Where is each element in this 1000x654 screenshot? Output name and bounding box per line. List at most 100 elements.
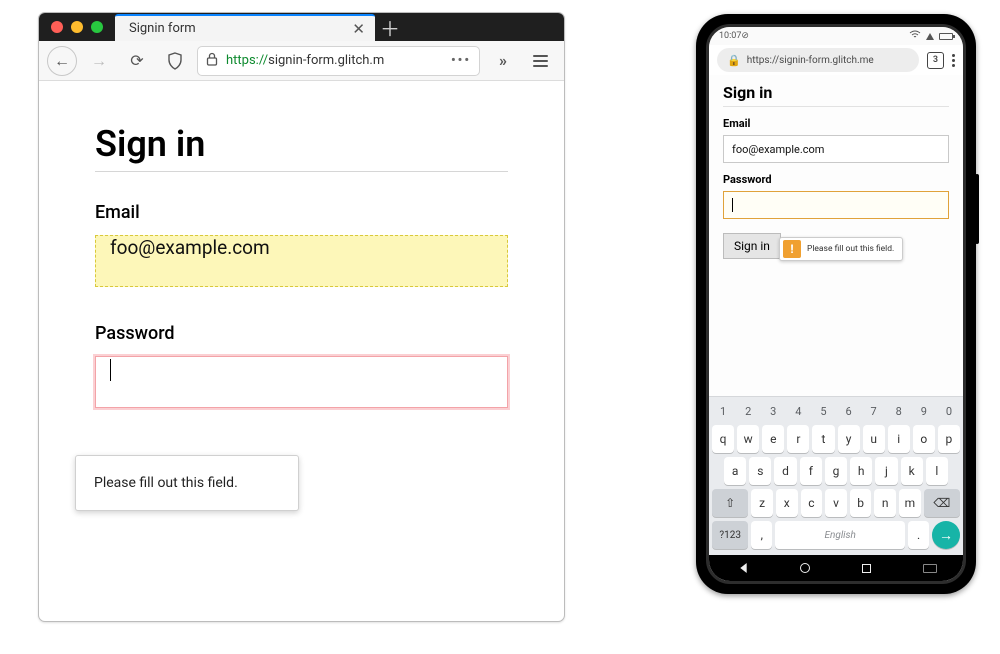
mobile-address-bar[interactable]: 🔒 https://signin-form.glitch.me — [717, 48, 919, 72]
heading-rule — [95, 171, 508, 172]
url-host: signin-form.glitch.m — [268, 53, 384, 68]
password-field[interactable] — [723, 191, 949, 219]
signin-button[interactable]: Sign in — [723, 233, 781, 259]
browser-tab[interactable]: Signin form ✕ — [115, 14, 375, 41]
key-8[interactable]: 8 — [888, 401, 910, 421]
minimize-window-button[interactable] — [71, 21, 83, 33]
battery-icon — [939, 33, 953, 40]
cell-signal-icon — [926, 33, 934, 40]
key-1[interactable]: 1 — [712, 401, 734, 421]
key-p[interactable]: p — [938, 425, 960, 453]
close-window-button[interactable] — [51, 21, 63, 33]
key-e[interactable]: e — [762, 425, 784, 453]
key-b[interactable]: b — [850, 489, 872, 517]
key-y[interactable]: y — [838, 425, 860, 453]
page-actions-icon[interactable]: ••• — [451, 53, 471, 68]
password-field[interactable] — [95, 356, 508, 408]
key-c[interactable]: c — [801, 489, 823, 517]
android-nav-bar — [709, 555, 963, 581]
key-3[interactable]: 3 — [762, 401, 784, 421]
key-n[interactable]: n — [874, 489, 896, 517]
kbd-number-row: 1234567890 — [712, 401, 960, 421]
page-title: Sign in — [95, 123, 508, 165]
enter-key[interactable]: → — [932, 521, 960, 549]
symbols-key[interactable]: ?123 — [712, 521, 748, 549]
nav-keyboard-switch-button[interactable] — [923, 564, 937, 573]
text-caret — [110, 359, 111, 381]
mobile-toolbar: 🔒 https://signin-form.glitch.me 3 — [709, 45, 963, 75]
key-z[interactable]: z — [751, 489, 773, 517]
key-5[interactable]: 5 — [812, 401, 834, 421]
phone-screen: 10:07 ⊘ 🔒 https://signin-form.glitch.me … — [706, 24, 966, 584]
validation-tooltip: ! Please fill out this field. — [779, 237, 903, 261]
key-t[interactable]: t — [812, 425, 834, 453]
wifi-icon — [909, 30, 921, 42]
key-2[interactable]: 2 — [737, 401, 759, 421]
key-0[interactable]: 0 — [938, 401, 960, 421]
key-h[interactable]: h — [850, 457, 872, 485]
backspace-key[interactable]: ⌫ — [924, 489, 960, 517]
nav-recents-button[interactable] — [862, 564, 871, 573]
tracking-shield-icon[interactable] — [159, 45, 191, 77]
traffic-lights — [39, 13, 115, 41]
key-u[interactable]: u — [863, 425, 885, 453]
overflow-chevron-icon[interactable]: » — [486, 45, 518, 77]
new-tab-button[interactable]: ＋ — [375, 13, 405, 41]
text-caret — [732, 198, 733, 212]
key-m[interactable]: m — [899, 489, 921, 517]
key-w[interactable]: w — [737, 425, 759, 453]
tab-switcher-button[interactable]: 3 — [927, 52, 944, 69]
key-a[interactable]: a — [724, 457, 746, 485]
key-r[interactable]: r — [787, 425, 809, 453]
forward-button[interactable]: → — [83, 45, 115, 77]
key-g[interactable]: g — [825, 457, 847, 485]
kbd-row-3: ⇧ zxcvbnm ⌫ — [712, 489, 960, 517]
validation-message: Please fill out this field. — [807, 244, 894, 254]
space-key[interactable]: English — [775, 521, 905, 549]
key-o[interactable]: o — [913, 425, 935, 453]
kbd-row-1: qwertyuiop — [712, 425, 960, 453]
validation-message: Please fill out this field. — [94, 475, 238, 491]
app-menu-button[interactable] — [524, 45, 556, 77]
key-d[interactable]: d — [774, 457, 796, 485]
key-j[interactable]: j — [875, 457, 897, 485]
key-x[interactable]: x — [776, 489, 798, 517]
key-q[interactable]: q — [712, 425, 734, 453]
back-button[interactable]: ← — [47, 46, 77, 76]
key-4[interactable]: 4 — [787, 401, 809, 421]
mobile-page-content: Sign in Email foo@example.com Password S… — [709, 75, 963, 396]
address-bar[interactable]: https://signin-form.glitch.m ••• — [197, 46, 480, 76]
email-field[interactable]: foo@example.com — [723, 135, 949, 163]
key-l[interactable]: l — [926, 457, 948, 485]
key-6[interactable]: 6 — [838, 401, 860, 421]
key-s[interactable]: s — [749, 457, 771, 485]
close-tab-icon[interactable]: ✕ — [352, 20, 365, 38]
key-i[interactable]: i — [888, 425, 910, 453]
key-9[interactable]: 9 — [913, 401, 935, 421]
kbd-row-4: ?123 , English . → — [712, 521, 960, 549]
zoom-window-button[interactable] — [91, 21, 103, 33]
key-f[interactable]: f — [800, 457, 822, 485]
browser-toolbar: ← → ⟳ https://signin-form.glitch.m ••• » — [39, 41, 564, 81]
email-label: Email — [723, 117, 949, 130]
email-field[interactable]: foo@example.com — [95, 235, 508, 287]
key-v[interactable]: v — [825, 489, 847, 517]
status-time: 10:07 — [719, 31, 741, 41]
key-k[interactable]: k — [901, 457, 923, 485]
soft-keyboard: 1234567890 qwertyuiop asdfghjkl ⇧ zxcvbn… — [709, 396, 963, 555]
comma-key[interactable]: , — [751, 521, 772, 549]
shift-key[interactable]: ⇧ — [712, 489, 748, 517]
lock-icon — [206, 52, 218, 70]
mobile-menu-button[interactable] — [952, 54, 955, 67]
tab-count: 3 — [933, 55, 938, 65]
reload-button[interactable]: ⟳ — [121, 45, 153, 77]
window-titlebar: Signin form ✕ ＋ — [39, 13, 564, 41]
nav-back-button[interactable] — [736, 563, 746, 573]
kbd-row-2: asdfghjkl — [712, 457, 960, 485]
key-7[interactable]: 7 — [863, 401, 885, 421]
desktop-browser-window: Signin form ✕ ＋ ← → ⟳ https://signin-for… — [38, 12, 565, 622]
heading-rule — [723, 106, 949, 107]
nav-home-button[interactable] — [800, 563, 810, 573]
validation-tooltip: Please fill out this field. — [75, 455, 299, 511]
period-key[interactable]: . — [908, 521, 929, 549]
